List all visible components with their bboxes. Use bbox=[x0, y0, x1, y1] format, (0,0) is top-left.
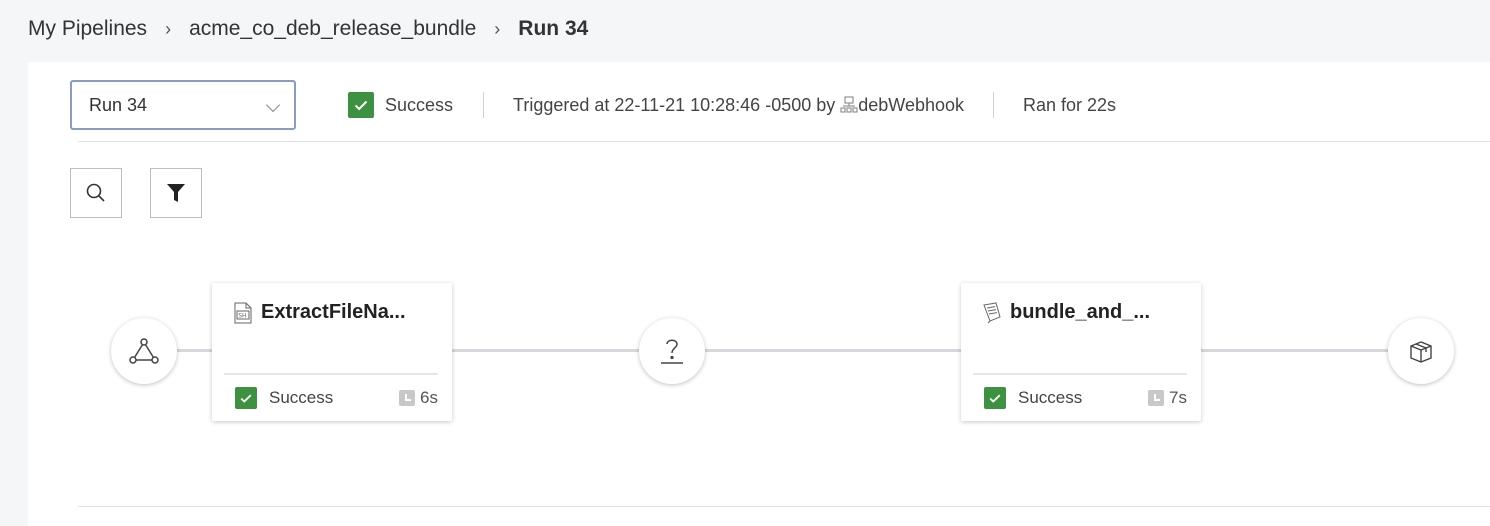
card-divider bbox=[224, 373, 438, 375]
pipeline-connector bbox=[1198, 349, 1393, 352]
question-mark-icon bbox=[659, 336, 685, 366]
task-name: bundle_and_... bbox=[1010, 301, 1151, 323]
search-button[interactable] bbox=[70, 168, 122, 218]
run-duration: Ran for 22s bbox=[1023, 94, 1117, 115]
triggered-text: Triggered at 22-11-21 10:28:46 -0500 by bbox=[513, 94, 836, 115]
pipeline-connector bbox=[703, 349, 963, 352]
card-divider bbox=[973, 373, 1187, 375]
header-divider bbox=[78, 141, 1490, 142]
breadcrumb-separator: › bbox=[165, 18, 172, 39]
webhook-icon bbox=[128, 336, 160, 366]
run-info: Success Triggered at 22-11-21 10:28:46 -… bbox=[348, 89, 1116, 121]
filter-button[interactable] bbox=[150, 168, 202, 218]
pipeline-connector bbox=[175, 349, 215, 352]
task-card[interactable]: SH ExtractFileNa... Success 6s bbox=[212, 283, 452, 421]
success-check-icon bbox=[984, 387, 1006, 409]
shell-script-icon: SH bbox=[233, 302, 253, 324]
run-status-text: Success bbox=[385, 94, 454, 115]
success-check-icon bbox=[235, 387, 257, 409]
conditional-node[interactable] bbox=[639, 318, 705, 384]
release-bundle-icon bbox=[982, 301, 1002, 324]
task-duration: 7s bbox=[1148, 388, 1187, 408]
success-check-icon bbox=[348, 92, 374, 118]
run-select-value: Run 34 bbox=[89, 94, 148, 115]
task-footer: Success 7s bbox=[984, 386, 1187, 410]
task-status: Success bbox=[1018, 388, 1083, 407]
run-panel: Run 34 Success Triggered at 22-11-21 10:… bbox=[28, 62, 1490, 526]
task-duration: 6s bbox=[399, 388, 438, 408]
run-select[interactable]: Run 34 bbox=[70, 80, 296, 130]
divider bbox=[993, 92, 994, 118]
breadcrumb-my-pipelines[interactable]: My Pipelines bbox=[28, 17, 147, 41]
task-card[interactable]: bundle_and_... Success 7s bbox=[961, 283, 1201, 421]
task-footer: Success 6s bbox=[235, 386, 438, 410]
task-duration-value: 7s bbox=[1169, 388, 1187, 407]
task-duration-value: 6s bbox=[420, 388, 438, 407]
filter-icon bbox=[166, 182, 186, 204]
breadcrumb-pipeline[interactable]: acme_co_deb_release_bundle bbox=[189, 17, 476, 41]
breadcrumb-current-run: Run 34 bbox=[518, 17, 589, 40]
breadcrumb: My Pipelines › acme_co_deb_release_bundl… bbox=[28, 14, 588, 44]
breadcrumb-separator: › bbox=[494, 18, 501, 39]
chevron-down-icon bbox=[265, 97, 281, 113]
task-name: ExtractFileNa... bbox=[261, 301, 406, 323]
trigger-node[interactable] bbox=[111, 318, 177, 384]
svg-text:SH: SH bbox=[238, 312, 246, 319]
task-title-row: bundle_and_... bbox=[982, 301, 1150, 324]
pipeline-connector bbox=[448, 349, 643, 352]
triggered-by-user[interactable]: debWebhook bbox=[858, 95, 964, 116]
search-icon bbox=[85, 182, 107, 204]
end-node[interactable] bbox=[1388, 318, 1454, 384]
clock-icon bbox=[399, 390, 416, 406]
task-status: Success bbox=[269, 388, 334, 407]
footer-divider bbox=[78, 506, 1490, 507]
divider bbox=[483, 92, 485, 118]
clock-icon bbox=[1148, 390, 1165, 406]
user-group-icon bbox=[840, 96, 858, 114]
package-icon bbox=[1407, 337, 1435, 365]
task-title-row: SH ExtractFileNa... bbox=[233, 301, 406, 324]
